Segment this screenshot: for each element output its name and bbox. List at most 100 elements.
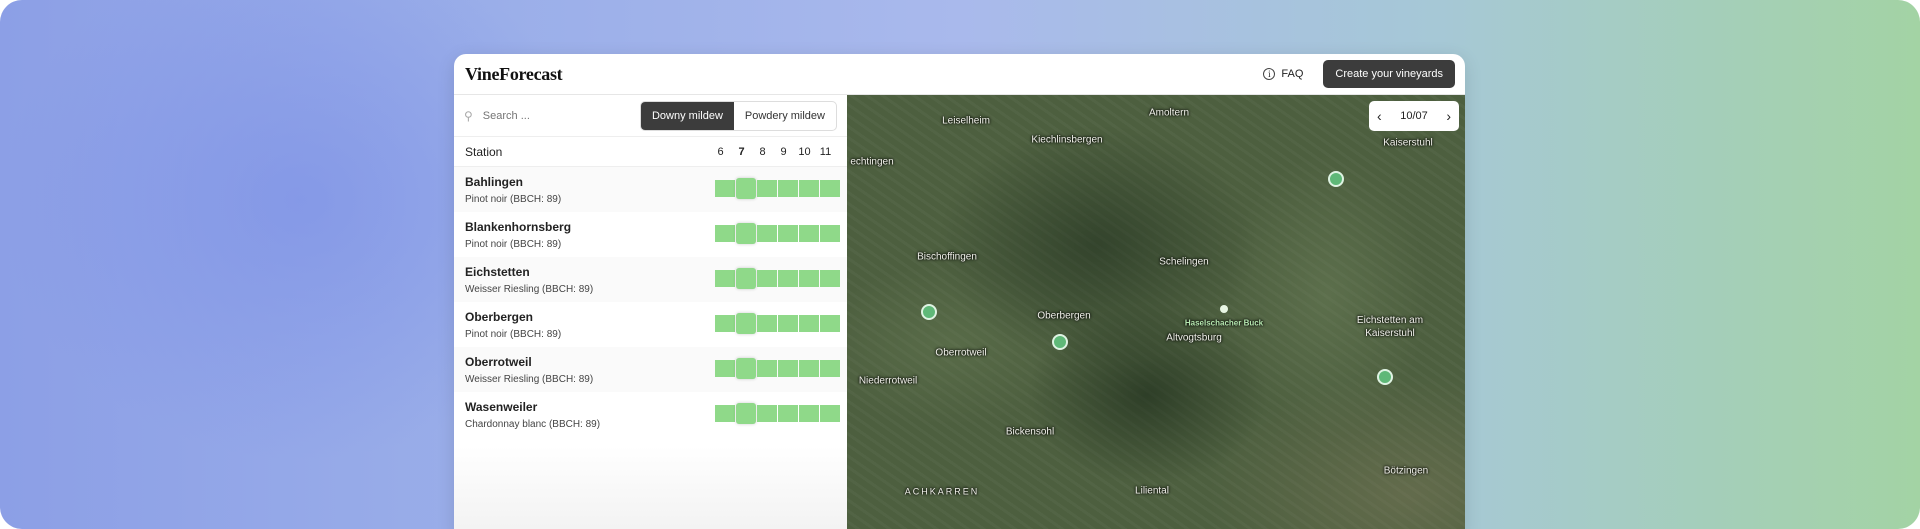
faq-link[interactable]: i FAQ [1263, 68, 1303, 80]
station-marker[interactable] [1377, 369, 1393, 385]
map-place-label: Bötzingen [1383, 465, 1429, 477]
station-list: Bahlingen Pinot noir (BBCH: 89) Blankenhor… [454, 167, 847, 437]
risk-cell[interactable] [757, 360, 777, 377]
risk-cell[interactable] [736, 268, 756, 289]
station-marker[interactable] [921, 304, 937, 320]
risk-cell[interactable] [757, 225, 777, 242]
tab-downy-mildew[interactable]: Downy mildew [640, 101, 734, 130]
station-row[interactable]: Oberbergen Pinot noir (BBCH: 89) [454, 302, 847, 347]
day-header: 9 [780, 145, 787, 158]
risk-cell[interactable] [778, 360, 798, 377]
risk-cell[interactable] [799, 315, 819, 332]
station-column-header: Station [465, 144, 503, 159]
station-row[interactable]: Eichstetten Weisser Riesling (BBCH: 89) [454, 257, 847, 302]
day-header: 10 [798, 145, 811, 158]
risk-cell[interactable] [778, 270, 798, 287]
date-picker: ‹ 10/07 › [1369, 101, 1459, 131]
faq-label: FAQ [1281, 68, 1304, 80]
risk-cell[interactable] [736, 403, 756, 424]
risk-heatmap [715, 403, 840, 424]
risk-cell[interactable] [736, 223, 756, 244]
risk-cell[interactable] [820, 225, 840, 242]
risk-cell[interactable] [799, 270, 819, 287]
day-header: 6 [717, 145, 724, 158]
risk-cell[interactable] [715, 405, 735, 422]
map-place-label: Altvogtsburg [1166, 332, 1222, 344]
risk-heatmap [715, 313, 840, 334]
disease-toggle: Downy mildew Powdery mildew [639, 100, 837, 131]
search-bar: ⚲ Downy mildew Powdery mildew [454, 95, 847, 137]
map-place-label: Bischoffingen [917, 251, 977, 263]
chevron-right-icon[interactable]: › [1446, 108, 1451, 124]
station-marker[interactable] [1052, 334, 1068, 350]
risk-cell[interactable] [820, 180, 840, 197]
logo[interactable]: VineForecast [465, 64, 563, 85]
day-header: 8 [759, 145, 766, 158]
header: VineForecast i FAQ Create your vineyards [454, 54, 1465, 95]
satellite-map[interactable]: ‹ 10/07 › Leiselheim Kiechlinsbergen Amolt… [847, 95, 1465, 529]
date-label: 10/07 [1400, 110, 1428, 122]
map-place-label: Schelingen [1159, 256, 1209, 268]
risk-cell[interactable] [799, 360, 819, 377]
risk-cell[interactable] [820, 405, 840, 422]
risk-cell[interactable] [799, 225, 819, 242]
map-place-label: Liliental [1135, 485, 1169, 497]
search-icon: ⚲ [464, 108, 473, 123]
map-place-label: Leiselheim [942, 115, 990, 127]
map-place-label: Oberrotweil [935, 347, 987, 359]
risk-cell[interactable] [715, 225, 735, 242]
risk-cell[interactable] [778, 405, 798, 422]
map-place-label: Bickensohl [1005, 426, 1055, 438]
risk-heatmap [715, 268, 840, 289]
station-name: Eichstetten [465, 264, 530, 279]
risk-cell[interactable] [715, 315, 735, 332]
create-vineyards-button[interactable]: Create your vineyards [1323, 60, 1455, 88]
map-place-label: ACHKARREN [904, 486, 980, 497]
risk-cell[interactable] [715, 270, 735, 287]
map-place-label: Eichstetten am Kaiserstuhl [1356, 315, 1424, 339]
station-row[interactable]: Bahlingen Pinot noir (BBCH: 89) [454, 167, 847, 212]
risk-cell[interactable] [820, 270, 840, 287]
station-variety: Pinot noir (BBCH: 89) [465, 193, 562, 205]
risk-cell[interactable] [715, 180, 735, 197]
risk-cell[interactable] [799, 180, 819, 197]
table-header: Station 6 7 8 9 10 11 [454, 137, 847, 167]
risk-cell[interactable] [757, 180, 777, 197]
risk-cell[interactable] [799, 405, 819, 422]
map-place-label: Oberbergen [1037, 310, 1091, 322]
station-panel: ⚲ Downy mildew Powdery mildew Station 6 7… [454, 95, 847, 529]
risk-cell[interactable] [736, 313, 756, 334]
search-input[interactable] [482, 109, 640, 122]
station-row[interactable]: Blankenhornsberg Pinot noir (BBCH: 89) [454, 212, 847, 257]
station-name: Bahlingen [465, 174, 524, 189]
risk-cell[interactable] [757, 405, 777, 422]
risk-cell[interactable] [757, 270, 777, 287]
station-row[interactable]: Wasenweiler Chardonnay blanc (BBCH: 89) [454, 392, 847, 437]
risk-cell[interactable] [715, 360, 735, 377]
risk-cell[interactable] [778, 180, 798, 197]
chevron-left-icon[interactable]: ‹ [1377, 108, 1382, 124]
tab-powdery-mildew[interactable]: Powdery mildew [734, 102, 836, 130]
risk-cell[interactable] [736, 358, 756, 379]
risk-heatmap [715, 178, 840, 199]
info-icon: i [1263, 68, 1276, 80]
risk-cell[interactable] [736, 178, 756, 199]
map-place-label: Haselschacher Buck [1184, 318, 1264, 328]
day-header: 11 [819, 145, 832, 158]
risk-cell[interactable] [778, 225, 798, 242]
station-row[interactable]: Oberrotweil Weisser Riesling (BBCH: 89) [454, 347, 847, 392]
risk-cell[interactable] [778, 315, 798, 332]
risk-cell[interactable] [820, 360, 840, 377]
risk-cell[interactable] [757, 315, 777, 332]
station-variety: Chardonnay blanc (BBCH: 89) [465, 418, 601, 430]
map-place-label: Kaiserstuhl [1383, 137, 1433, 149]
map-place-label: Niederrotweil [858, 375, 918, 387]
station-name: Oberbergen [465, 309, 534, 324]
risk-heatmap [715, 358, 840, 379]
risk-cell[interactable] [820, 315, 840, 332]
map-place-label: echtingen [850, 156, 894, 168]
tree-icon [1220, 305, 1228, 313]
station-marker[interactable] [1328, 171, 1344, 187]
station-name: Blankenhornsberg [465, 219, 572, 234]
station-variety: Weisser Riesling (BBCH: 89) [465, 373, 594, 385]
